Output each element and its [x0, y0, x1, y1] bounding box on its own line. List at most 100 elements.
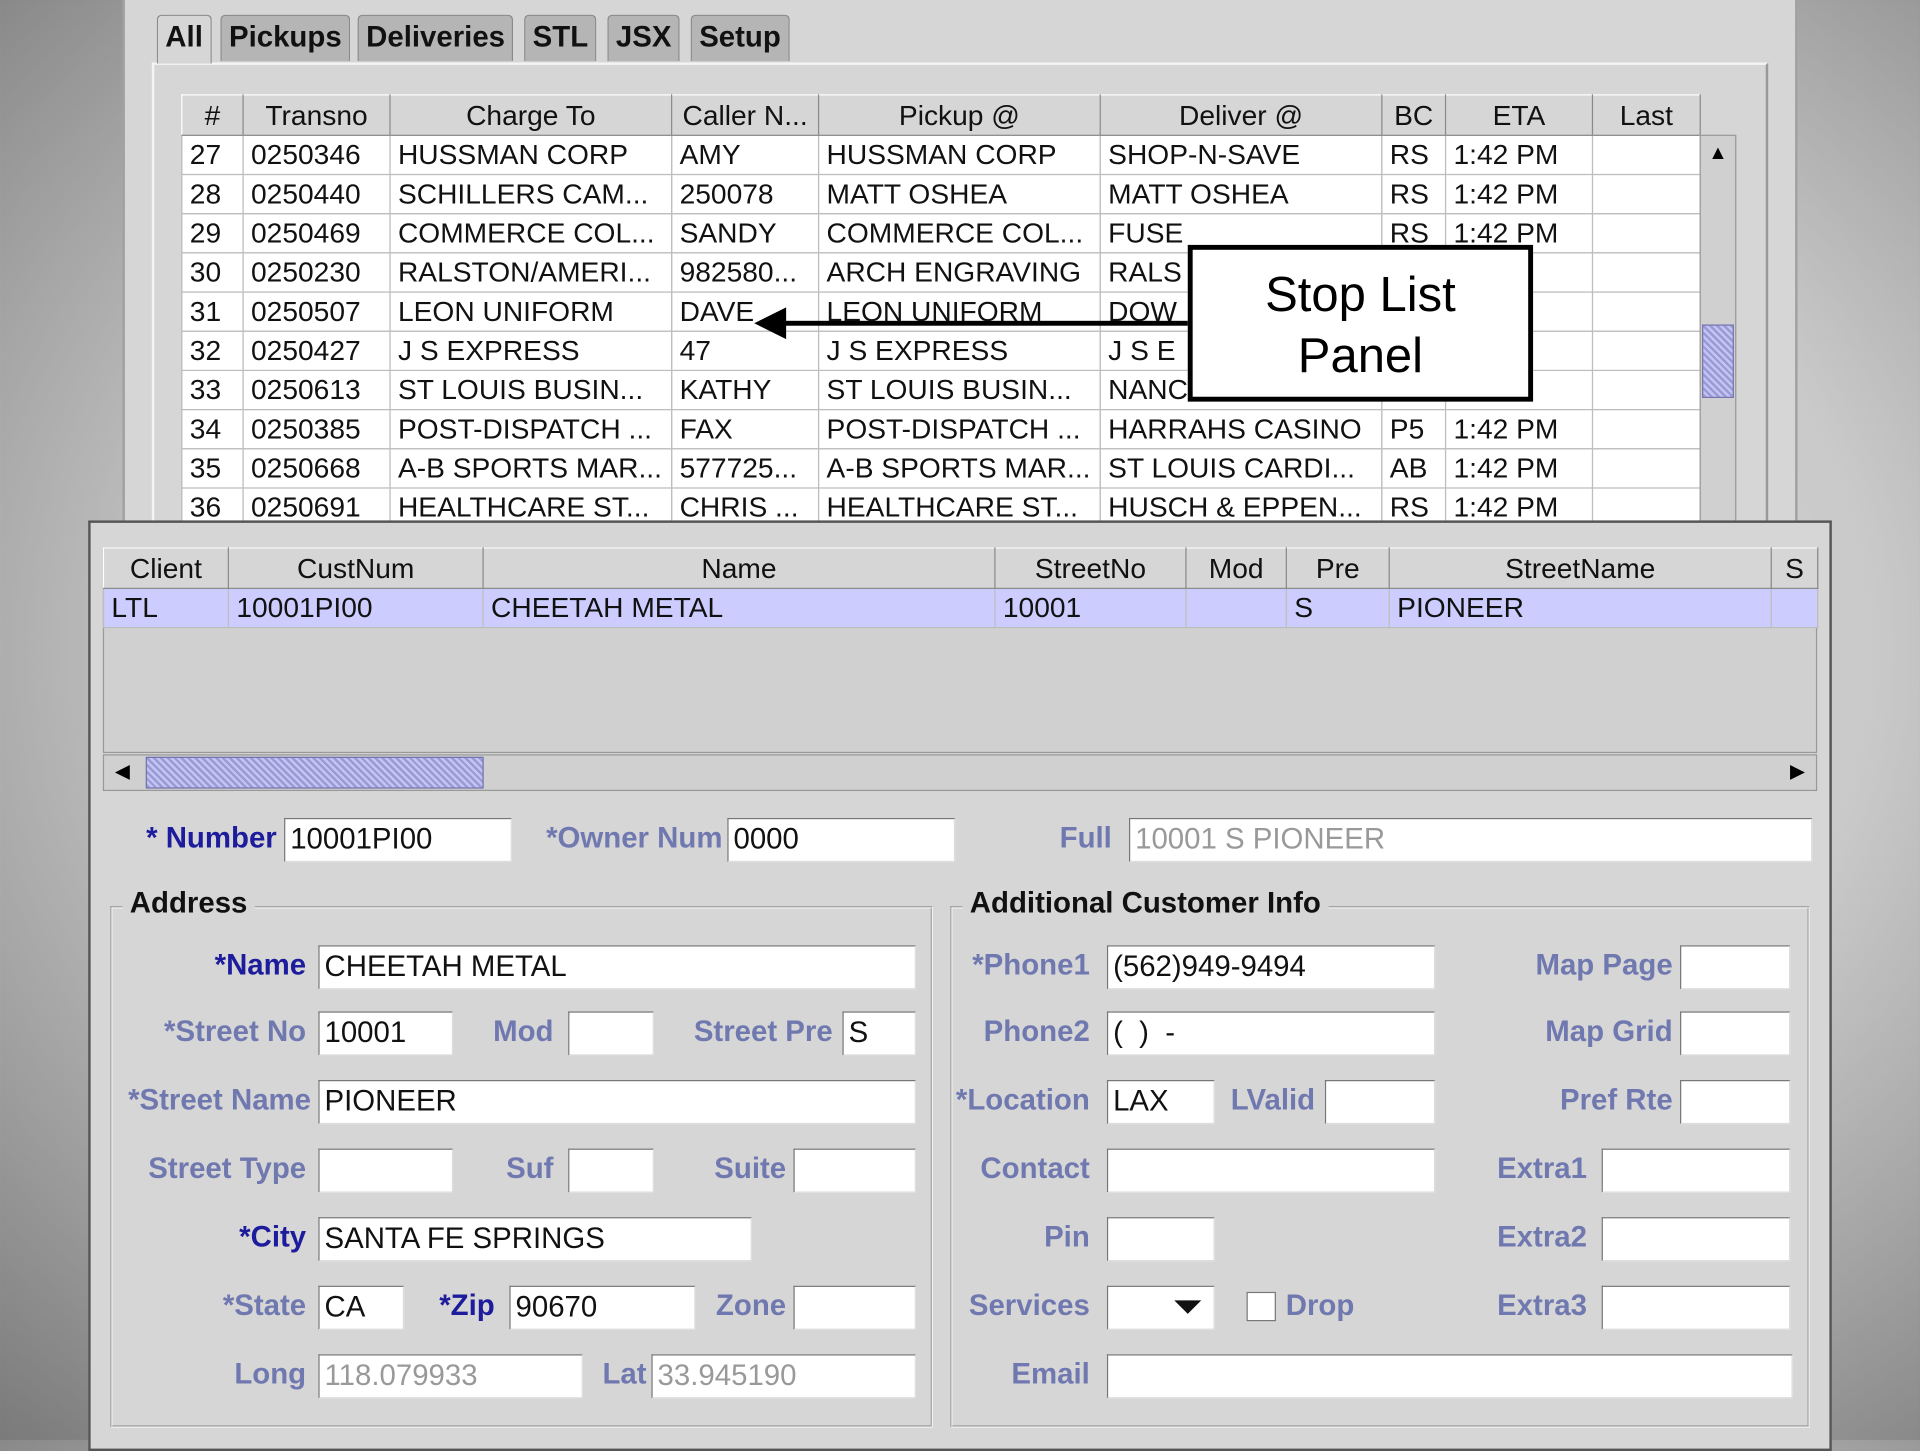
full-input[interactable]: 10001 S PIONEER: [1128, 817, 1813, 863]
column-header[interactable]: StreetName: [1388, 547, 1772, 589]
owner-num-input[interactable]: 0000: [727, 817, 956, 863]
state-label: *State: [222, 1289, 307, 1323]
column-header[interactable]: BC: [1381, 94, 1447, 136]
table-cell: 0250440: [242, 173, 391, 215]
table-cell: MATT OSHEA: [1099, 173, 1383, 215]
street-name-input[interactable]: PIONEER: [318, 1080, 916, 1125]
lvalid-input[interactable]: [1324, 1080, 1436, 1125]
name-input[interactable]: CHEETAH METAL: [318, 945, 916, 990]
suf-input[interactable]: [568, 1148, 654, 1193]
table-row[interactable]: 35 0250668 A-B SPORTS MAR... 577725... A-B S…: [181, 448, 1701, 489]
column-header[interactable]: Caller N...: [671, 94, 820, 136]
lvalid-label: LValid: [1230, 1083, 1316, 1117]
state-input[interactable]: CA: [318, 1285, 405, 1330]
zone-input[interactable]: [793, 1285, 916, 1330]
street-type-input[interactable]: [318, 1148, 454, 1193]
column-header[interactable]: Pre: [1285, 547, 1390, 589]
table-row[interactable]: 27 0250346 HUSSMAN CORP AMY HUSSMAN CORP SHOP…: [181, 134, 1701, 176]
phone1-input[interactable]: (562)949-9494: [1106, 945, 1436, 990]
mod-input[interactable]: [568, 1011, 654, 1056]
column-header[interactable]: Pickup @: [817, 94, 1101, 136]
extra1-label: Extra1: [1497, 1152, 1587, 1186]
table-cell: 29: [181, 213, 244, 254]
table-row[interactable]: LTL 10001PI00 CHEETAH METAL 10001 S PIONEER: [102, 587, 1819, 629]
chevron-down-icon: [1174, 1300, 1202, 1314]
table-cell: 27: [181, 134, 244, 176]
stop-list-vscrollbar[interactable]: ▲: [1699, 134, 1737, 527]
pin-input[interactable]: [1106, 1217, 1215, 1262]
table-cell: POST-DISPATCH ...: [389, 408, 673, 450]
scroll-right-arrow-icon[interactable]: ▶: [1779, 756, 1816, 790]
column-header[interactable]: Client: [102, 547, 229, 589]
extra3-input[interactable]: [1601, 1285, 1791, 1330]
table-cell: 28: [181, 173, 244, 215]
column-header[interactable]: Last: [1591, 94, 1701, 136]
column-header[interactable]: Mod: [1185, 547, 1287, 589]
street-no-input[interactable]: 10001: [318, 1011, 454, 1056]
phone2-input[interactable]: ( ) -: [1106, 1011, 1436, 1056]
hscroll-thumb[interactable]: [145, 756, 484, 789]
table-cell: [1591, 408, 1701, 450]
street-pre-input[interactable]: S: [842, 1011, 916, 1056]
city-label: *City: [239, 1220, 307, 1254]
table-row[interactable]: 28 0250440 SCHILLERS CAM... 250078 MATT OSHE…: [181, 173, 1701, 215]
table-cell: RS: [1381, 134, 1447, 176]
column-header[interactable]: ETA: [1444, 94, 1594, 136]
column-header[interactable]: S: [1770, 547, 1819, 589]
table-cell: 250078: [671, 173, 820, 215]
city-input[interactable]: SANTA FE SPRINGS: [318, 1217, 752, 1262]
lat-input[interactable]: 33.945190: [651, 1354, 916, 1399]
map-grid-input[interactable]: [1680, 1011, 1791, 1056]
scroll-up-arrow-icon[interactable]: ▲: [1701, 136, 1735, 173]
table-cell: 1:42 PM: [1444, 408, 1594, 450]
column-header[interactable]: Charge To: [389, 94, 673, 136]
table-cell: [1591, 448, 1701, 489]
tab-setup[interactable]: Setup: [690, 14, 790, 62]
drop-checkbox[interactable]: [1246, 1291, 1276, 1322]
zip-label: *Zip: [439, 1289, 495, 1323]
pref-rte-input[interactable]: [1680, 1080, 1791, 1125]
table-cell: SANDY: [671, 213, 820, 254]
email-input[interactable]: [1106, 1354, 1793, 1399]
extra1-input[interactable]: [1601, 1148, 1791, 1193]
tab-jsx[interactable]: JSX: [607, 14, 681, 62]
services-select[interactable]: [1106, 1285, 1215, 1330]
column-header[interactable]: #: [181, 94, 244, 136]
table-cell: KATHY: [671, 369, 820, 411]
customer-hscrollbar[interactable]: ◀ ▶: [102, 754, 1818, 792]
column-header[interactable]: Transno: [242, 94, 391, 136]
tab-all[interactable]: All: [156, 14, 212, 64]
table-cell: [1591, 252, 1701, 293]
long-input[interactable]: 118.079933: [318, 1354, 583, 1399]
column-header[interactable]: Deliver @: [1099, 94, 1383, 136]
contact-input[interactable]: [1106, 1148, 1436, 1193]
customer-table: Client CustNum Name StreetNo Mod Pre StreetNam…: [102, 547, 1819, 629]
table-cell: 0250469: [242, 213, 391, 254]
zip-input[interactable]: 90670: [509, 1285, 696, 1330]
scroll-left-arrow-icon[interactable]: ◀: [104, 756, 141, 790]
number-input[interactable]: 10001PI00: [284, 817, 512, 863]
tab-deliveries[interactable]: Deliveries: [357, 14, 514, 62]
tab-stl[interactable]: STL: [524, 14, 597, 62]
table-cell: 0250507: [242, 291, 391, 332]
tab-pickups[interactable]: Pickups: [220, 14, 351, 62]
table-cell: S: [1285, 587, 1390, 629]
map-page-input[interactable]: [1680, 945, 1791, 990]
location-input[interactable]: LAX: [1106, 1080, 1215, 1125]
street-name-label: *Street Name: [128, 1083, 312, 1117]
column-header[interactable]: StreetNo: [994, 547, 1187, 589]
table-cell: RS: [1381, 173, 1447, 215]
scroll-thumb[interactable]: [1702, 324, 1734, 398]
table-cell: [1591, 369, 1701, 411]
table-cell: POST-DISPATCH ...: [817, 408, 1101, 450]
table-cell: 33: [181, 369, 244, 411]
table-cell: HUSSMAN CORP: [817, 134, 1101, 176]
table-cell: [1591, 173, 1701, 215]
table-cell: 34: [181, 408, 244, 450]
map-grid-label: Map Grid: [1545, 1015, 1673, 1049]
table-row[interactable]: 34 0250385 POST-DISPATCH ... FAX POST-DISPAT…: [181, 408, 1701, 450]
suite-input[interactable]: [793, 1148, 916, 1193]
column-header[interactable]: Name: [482, 547, 996, 589]
extra2-input[interactable]: [1601, 1217, 1791, 1262]
column-header[interactable]: CustNum: [227, 547, 484, 589]
